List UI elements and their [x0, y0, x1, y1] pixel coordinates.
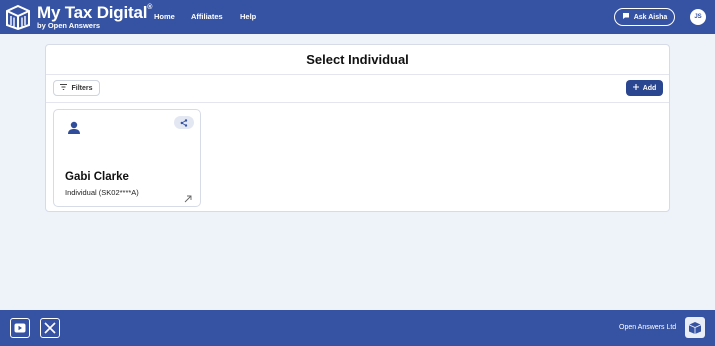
chat-icon — [622, 12, 630, 22]
footer-company-name: Open Answers Ltd — [619, 324, 677, 331]
nav-help[interactable]: Help — [240, 12, 256, 21]
nav-affiliates[interactable]: Affiliates — [191, 12, 223, 21]
filters-button[interactable]: Filters — [53, 80, 100, 96]
select-individual-panel: Select Individual Filters Add Gabi Clark… — [45, 44, 670, 212]
individual-name: Gabi Clarke — [65, 171, 129, 183]
brand-subtitle: by Open Answers — [37, 21, 101, 30]
individual-detail: Individual (SK02****A) — [65, 188, 139, 197]
filter-icon — [60, 84, 68, 92]
youtube-icon[interactable] — [10, 318, 30, 338]
add-label: Add — [642, 84, 657, 92]
individual-card[interactable]: Gabi Clarke Individual (SK02****A) — [53, 109, 201, 207]
brand-title[interactable]: My Tax Digital® — [37, 3, 152, 23]
registered-mark: ® — [147, 4, 153, 11]
share-button[interactable] — [174, 116, 194, 129]
top-navigation-bar: My Tax Digital® by Open Answers Home Aff… — [0, 0, 715, 34]
person-icon — [66, 120, 82, 136]
page-title: Select Individual — [306, 52, 409, 67]
nav-home[interactable]: Home — [154, 12, 175, 21]
ask-aisha-button[interactable]: Ask Aisha — [614, 8, 675, 26]
brand-logo-icon[interactable] — [5, 4, 31, 31]
plus-icon — [632, 84, 639, 92]
title-divider — [46, 74, 669, 75]
x-icon[interactable] — [40, 318, 60, 338]
filters-label: Filters — [71, 84, 93, 92]
share-icon — [180, 114, 188, 132]
toolbar-divider — [46, 102, 669, 103]
ask-aisha-label: Ask Aisha — [633, 13, 668, 21]
footer-logo-icon[interactable] — [685, 317, 705, 338]
user-avatar[interactable]: JS — [690, 9, 706, 25]
open-arrow-icon[interactable] — [184, 190, 192, 203]
add-individual-button[interactable]: Add — [626, 80, 663, 96]
footer: Open Answers Ltd — [0, 310, 715, 346]
